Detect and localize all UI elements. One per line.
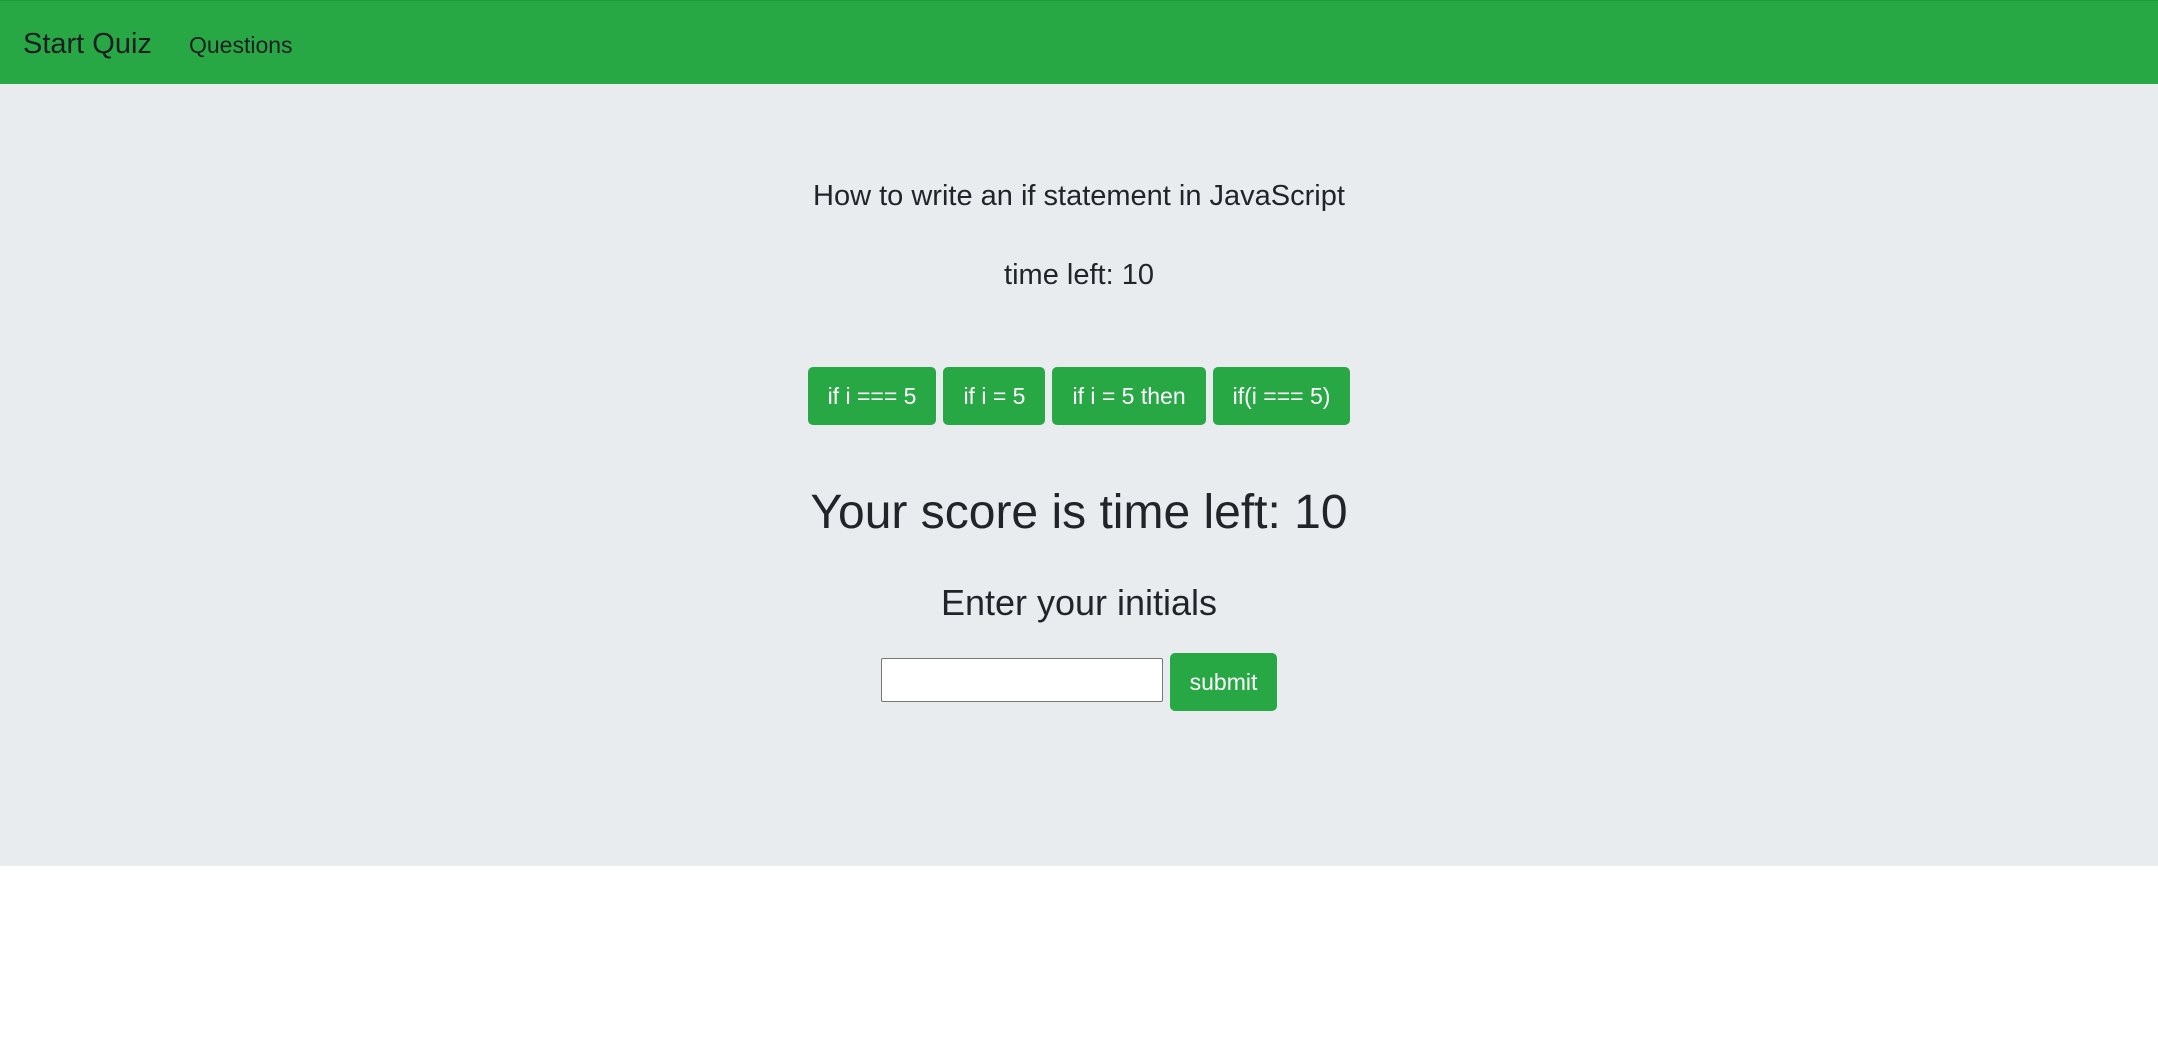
choice-button-4[interactable]: if(i === 5) (1212, 367, 1351, 425)
top-navbar: Start Quiz Questions (0, 0, 2158, 84)
quiz-panel: How to write an if statement in JavaScri… (0, 84, 2158, 866)
answer-choices: if i === 5 if i = 5 if i = 5 then if(i =… (0, 367, 2158, 425)
start-quiz-link[interactable]: Start Quiz (23, 1, 152, 85)
choice-button-2[interactable]: if i = 5 (943, 367, 1046, 425)
score-heading: Your score is time left: 10 (810, 486, 1348, 539)
initials-heading: Enter your initials (940, 582, 1218, 623)
submit-button[interactable]: submit (1169, 653, 1278, 711)
initials-input[interactable] (880, 657, 1163, 702)
questions-nav-link[interactable]: Questions (189, 1, 293, 85)
choice-button-1[interactable]: if i === 5 (807, 367, 937, 425)
initials-form: submit (0, 653, 2158, 711)
timer-text: time left: 10 (1004, 259, 1154, 291)
question-text: How to write an if statement in JavaScri… (813, 180, 1345, 212)
choice-button-3[interactable]: if i = 5 then (1052, 367, 1206, 425)
